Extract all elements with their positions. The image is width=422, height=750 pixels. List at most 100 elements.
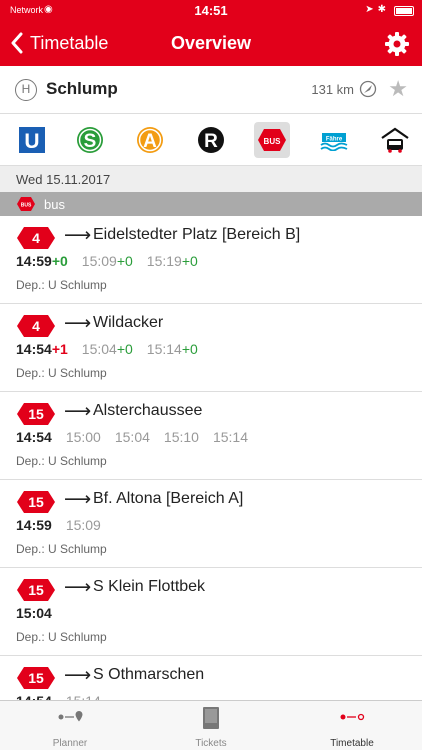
mode-a-bahn-button[interactable]: A [132,122,168,158]
time-value: 14:59 [16,517,52,533]
mode-regional-train-button[interactable]: R [193,122,229,158]
settings-button[interactable] [384,31,410,57]
direction-arrow-icon: ⟶ [64,665,92,686]
delay-value: +1 [51,341,68,357]
stop-icon: H [15,79,37,101]
back-label: Timetable [30,32,109,53]
destination: Eidelstedter Platz [Bereich B] [93,226,301,243]
line-badge: 4 [16,314,56,338]
battery-icon [394,6,414,16]
time-value: 15:14 [212,429,248,445]
mode-u-bahn-button[interactable]: U [14,122,50,158]
departure-times: 14:54+1 15:04+0 15:14+0 [16,341,212,357]
direction-arrow-icon: ⟶ [64,401,92,422]
station-header: H Schlump 131 km ★ [0,66,422,114]
departure-row[interactable]: 15 ⟶ Alsterchaussee 14:54 15:00 15:04 15:10 15:… [0,392,422,480]
departure-row[interactable]: 15 ⟶ Bf. Altona [Bereich A] 14:59 15:09 Dep.:… [0,480,422,568]
later-departure: 15:09 [66,517,101,533]
tab-tickets-label: Tickets [195,738,227,749]
ticket-icon [203,707,219,729]
departure-times: 14:54 15:00 15:04 15:10 15:14 [16,429,262,445]
delay-value: +0 [116,341,133,357]
svg-text:U: U [24,130,39,153]
time-value: 14:54 [16,693,52,700]
departure-stop: Dep.: U Schlump [16,278,107,292]
delay-value: +0 [181,341,198,357]
departure-row[interactable]: 4 ⟶ Wildacker 14:54+1 15:04+0 15:14+0 Dep.: U … [0,304,422,392]
line-badge: 4 [16,226,56,250]
line-number: 15 [28,582,44,598]
next-departure: 14:54 [16,429,52,445]
line-number: 15 [28,494,44,510]
time-value: 15:19 [146,253,182,269]
shuttle-icon [381,127,409,153]
u-bahn-icon: U [19,127,45,153]
a-bahn-icon: A [137,127,163,153]
time-value: 15:14 [66,693,101,700]
tab-tickets[interactable]: Tickets [141,701,281,750]
location-icon: ➤✱ [365,4,390,15]
line-badge: 15 [16,578,56,602]
time-value: 15:04 [114,429,150,445]
line-badge: 15 [16,490,56,514]
line-badge: 15 [16,402,56,426]
departure-times: 14:59 15:09 [16,517,115,533]
station-distance: 131 km [311,82,354,97]
later-departure: 15:14 [213,429,248,445]
mode-ferry-button[interactable]: Fähre [316,122,352,158]
tab-planner-label: Planner [52,738,88,749]
departure-row[interactable]: 15 ⟶ S Klein Flottbek 15:04 Dep.: U Schlump [0,568,422,656]
favorite-star-icon[interactable]: ★ [388,76,408,102]
destination: S Klein Flottbek [93,578,206,595]
mode-bus-button[interactable]: BUS [254,122,290,158]
date-header: Wed 15.11.2017 [0,166,422,192]
later-departure: 15:10 [164,429,199,445]
later-departure: 15:14 [66,693,101,700]
next-departure: 15:04 [16,605,52,621]
later-departure: 15:00 [66,429,101,445]
tab-timetable-label: Timetable [330,738,374,749]
later-departure: 15:04 [115,429,150,445]
mode-on-demand-shuttle-button[interactable] [377,122,413,158]
later-departure: 15:14+0 [147,341,198,357]
navigation-bar: Timetable Overview [0,22,422,66]
later-departure: 15:19+0 [147,253,198,269]
transport-mode-filter: U S A R BUS Fähre [0,114,422,166]
chevron-left-icon [11,32,23,54]
departure-row[interactable]: 15 ⟶S Othmarschen 14:54 15:14 [0,656,422,700]
next-departure: 14:54 [16,693,52,700]
transport-type-header: BUS bus [0,192,422,216]
tab-planner[interactable]: Planner [0,701,140,750]
time-value: 15:04 [16,605,52,621]
back-button[interactable]: Timetable [10,32,108,54]
line-badge: 15 [16,666,56,690]
svg-text:Fähre: Fähre [326,137,343,143]
delay-value: +0 [116,253,133,269]
destination: Wildacker [93,314,164,331]
svg-text:BUS: BUS [264,137,282,146]
departure-row[interactable]: 4 ⟶ Eidelstedter Platz [Bereich B] 14:59+0 1… [0,216,422,304]
svg-text:R: R [204,131,218,152]
svg-text:S: S [84,131,97,152]
bus-icon: BUS [17,197,35,211]
departure-times: 15:04 [16,605,66,621]
mode-s-bahn-button[interactable]: S [72,122,108,158]
compass-icon [359,80,377,98]
time-value: 15:00 [65,429,101,445]
departure-stop: Dep.: U Schlump [16,542,107,556]
tab-timetable[interactable]: Timetable [282,701,422,750]
time-value: 14:54 [16,341,52,357]
direction-arrow-icon: ⟶ [64,577,92,598]
time-value: 15:09 [81,253,117,269]
line-number: 4 [32,230,40,246]
status-bar: Network ◉ 14:51 ➤✱ [0,0,422,22]
destination: Bf. Altona [Bereich A] [93,490,244,507]
tab-bar: Planner Tickets Timetable [0,700,422,750]
delay-value: +0 [181,253,198,269]
time-value: 14:54 [16,429,52,445]
later-departure: 15:09+0 [82,253,133,269]
transport-type-label: bus [44,197,65,212]
next-departure: 14:54+1 [16,341,68,357]
line-number: 15 [28,406,44,422]
next-departure: 14:59 [16,517,52,533]
